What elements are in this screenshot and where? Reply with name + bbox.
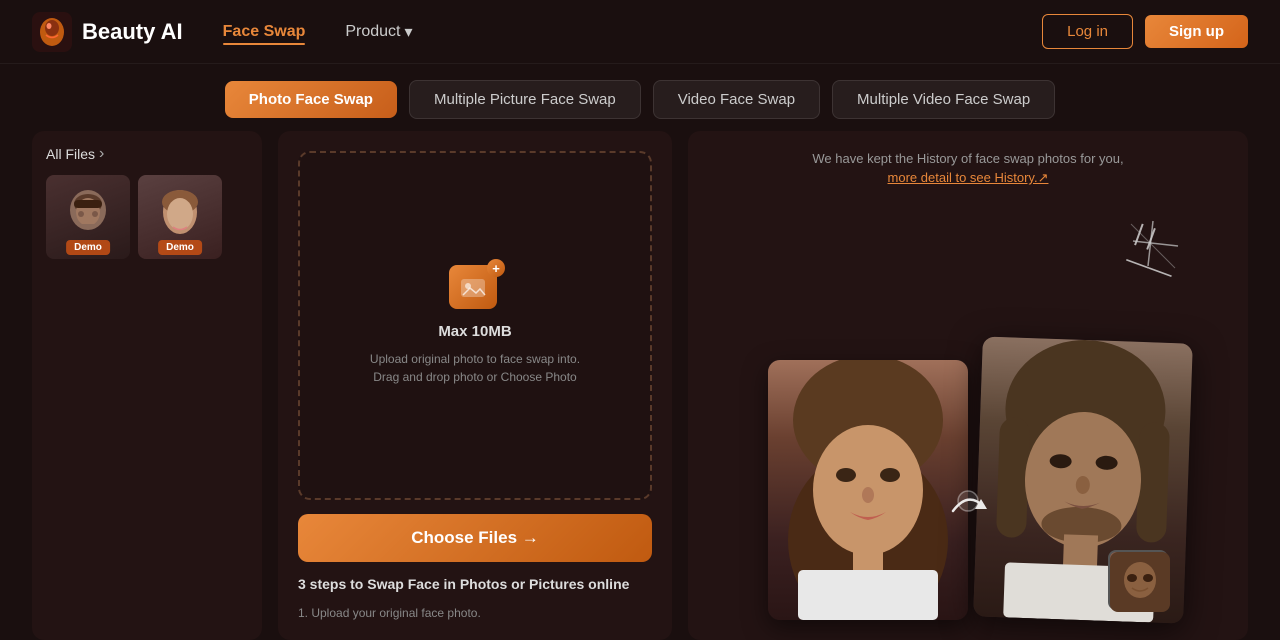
woman-face-svg [768, 360, 968, 620]
history-link[interactable]: more detail to see History.↗ [888, 170, 1049, 186]
chevron-right-icon [99, 145, 104, 163]
upload-desc-text: Upload original photo to face swap into.… [365, 350, 585, 386]
upload-plus-icon: + [487, 259, 505, 277]
nav-product-label: Product [345, 23, 400, 41]
main-content: All Files Demo [0, 131, 1280, 640]
sparkle-decoration [1123, 216, 1183, 276]
tab-photo-face-swap[interactable]: Photo Face Swap [225, 81, 397, 118]
curved-arrow-svg [943, 471, 993, 521]
left-panel: All Files Demo [32, 131, 262, 640]
all-files-link[interactable]: All Files [46, 145, 248, 163]
center-panel: + Max 10MB Upload original photo to face… [278, 131, 672, 640]
nav-face-swap[interactable]: Face Swap [223, 23, 306, 41]
upload-zone[interactable]: + Max 10MB Upload original photo to face… [298, 151, 652, 500]
header-left: Beauty AI Face Swap Product ▾ [32, 12, 413, 52]
nav-product[interactable]: Product ▾ [345, 22, 412, 42]
swap-arrow-icon [943, 471, 993, 530]
demo-badge-male: Demo [66, 240, 110, 255]
upload-icon-wrap: + [449, 265, 501, 313]
upload-max-text: Max 10MB [438, 323, 511, 340]
image-upload-icon [459, 275, 487, 299]
tabs-bar: Photo Face Swap Multiple Picture Face Sw… [0, 64, 1280, 131]
logo-text: Beauty AI [82, 19, 183, 45]
demo-thumbs: Demo Demo [46, 175, 248, 259]
photo-card-woman [768, 360, 968, 620]
login-button[interactable]: Log in [1042, 14, 1133, 49]
tab-video-face-swap[interactable]: Video Face Swap [653, 80, 820, 119]
tab-multiple-picture-face-swap[interactable]: Multiple Picture Face Swap [409, 80, 641, 119]
nav-product-arrow: ▾ [405, 22, 413, 42]
choose-files-button[interactable]: Choose Files → [298, 514, 652, 562]
demo-thumb-female[interactable]: Demo [138, 175, 222, 259]
logo: Beauty AI [32, 12, 183, 52]
header: Beauty AI Face Swap Product ▾ Log in Sig… [0, 0, 1280, 64]
steps-title: 3 steps to Swap Face in Photos or Pictur… [298, 576, 629, 592]
woman-face-image [768, 360, 968, 620]
small-face-svg [1110, 552, 1170, 612]
tab-multiple-video-face-swap[interactable]: Multiple Video Face Swap [832, 80, 1055, 119]
signup-button[interactable]: Sign up [1145, 15, 1248, 48]
right-panel: We have kept the History of face swap ph… [688, 131, 1248, 640]
logo-icon [32, 12, 72, 52]
header-right: Log in Sign up [1042, 14, 1248, 49]
history-text: We have kept the History of face swap ph… [812, 151, 1123, 166]
steps-step1: 1. Upload your original face photo. [298, 606, 481, 620]
small-face-overlay [1108, 550, 1168, 610]
demo-thumb-male[interactable]: Demo [46, 175, 130, 259]
demo-badge-female: Demo [158, 240, 202, 255]
preview-area: | |—— [708, 196, 1228, 620]
